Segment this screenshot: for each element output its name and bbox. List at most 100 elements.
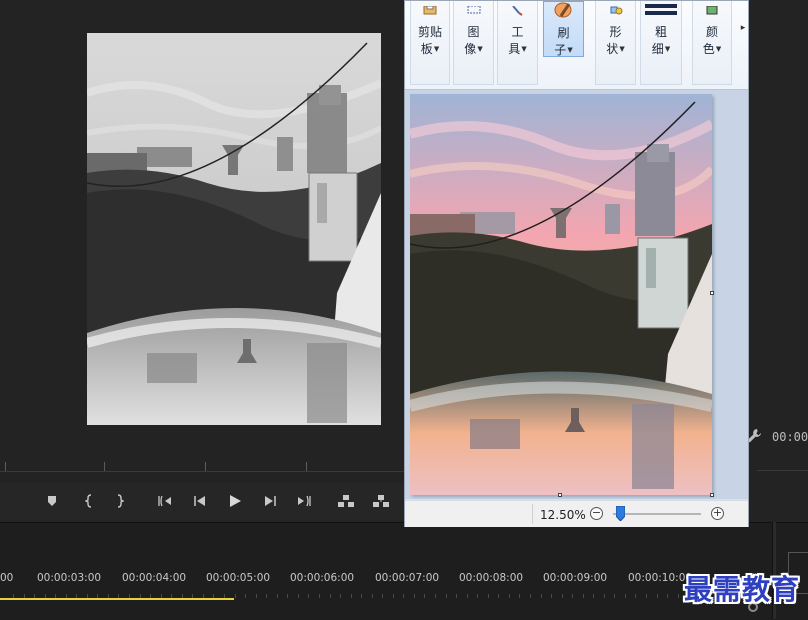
status-divider [532,504,533,524]
transport-controls [0,482,405,520]
tools-group[interactable]: 工 具▼ [497,1,538,85]
ruler-ticks [0,590,775,598]
color-icon [705,1,719,20]
colors-label-1: 颜 [705,25,718,39]
monitor-scrub-bar[interactable] [0,462,405,472]
ruler-tick [308,594,309,598]
paint-ribbon: 剪贴 板▼ 图 像▼ 工 具▼ 刷 子▼ 形 状▼ 粗 细▼ 颜 色▼ ▸ [405,1,748,90]
paint-status-bar: 12.50% − + [405,500,748,527]
ruler-tick [678,594,679,598]
monitor-timecode[interactable]: 00:00 [772,430,808,444]
ruler-tick [456,594,457,598]
ruler-tick [657,594,658,598]
colors-label-2: 色 [702,42,715,56]
ruler-tick [593,594,594,598]
ruler-tick [245,594,246,598]
go-to-in-icon[interactable] [156,492,174,510]
clipboard-group[interactable]: 剪贴 板▼ [410,1,450,85]
zoom-slider-track[interactable] [613,513,701,515]
ruler-tick [625,594,626,598]
monitor-preview-image [87,33,381,425]
ruler-tick [498,594,499,598]
size-group[interactable]: 粗 细▼ [640,1,682,85]
ruler-tick [403,594,404,598]
watermark-logo: 最需教育 [684,573,801,606]
timecode-label: 00:00:05:00 [206,572,271,584]
paint-window: 剪贴 板▼ 图 像▼ 工 具▼ 刷 子▼ 形 状▼ 粗 细▼ 颜 色▼ ▸ 12… [404,0,749,527]
ruler-tick [572,594,573,598]
ruler-tick [530,594,531,598]
marker-icon[interactable] [43,492,61,510]
colors-group[interactable]: 颜 色▼ [692,1,732,85]
ruler-tick [519,594,520,598]
ruler-tick [382,594,383,598]
ruler-tick [583,594,584,598]
ruler-tick [467,594,468,598]
ribbon-scroll-right[interactable]: ▸ [738,23,748,45]
ruler-tick [541,594,542,598]
clipboard-label-2: 板 [420,42,433,56]
clipboard-label-1: 剪贴 [417,25,442,39]
zoom-out-icon[interactable]: − [590,507,603,520]
ruler-tick [604,594,605,598]
go-to-out-icon[interactable] [295,492,313,510]
ruler-tick [287,594,288,598]
tools-icon [510,1,526,20]
ruler-tick [646,594,647,598]
play-icon[interactable] [226,492,244,510]
work-area-bar[interactable] [0,598,234,600]
timecode-label: 00:00:06:00 [290,572,355,584]
zoom-slider-thumb[interactable] [615,505,626,522]
brushes-group[interactable]: 刷 子▼ [543,1,584,57]
ruler-tick [330,594,331,598]
clipboard-icon [422,1,438,20]
ruler-tick [340,594,341,598]
lift-icon[interactable] [337,492,355,510]
monitor-scrub-bar-right [757,470,808,471]
ruler-tick [509,594,510,598]
step-back-icon[interactable] [191,492,209,510]
timecode-label: 00:00:04:00 [122,572,187,584]
ruler-tick [372,594,373,598]
timecode-label: 00 [0,572,14,584]
timecode-label: 00:00:03:00 [37,572,102,584]
paint-canvas-area [405,90,748,499]
shapes-group[interactable]: 形 状▼ [595,1,636,85]
ruler-tick [446,594,447,598]
shapes-label-2: 状 [606,42,619,56]
size-label-1: 粗 [654,25,667,39]
step-forward-icon[interactable] [261,492,279,510]
ruler-tick [424,594,425,598]
ruler-tick [635,594,636,598]
mark-out-icon[interactable] [111,492,129,510]
timecode-label: 00:00:07:00 [375,572,440,584]
zoom-level: 12.50% [540,508,586,522]
ruler-tick [435,594,436,598]
brush-icon [553,2,575,22]
size-label-2: 细 [651,42,664,56]
ruler-tick [319,594,320,598]
ruler-tick [256,594,257,598]
ruler-tick [614,594,615,598]
timeline-ruler[interactable]: 00 00:00:03:00 00:00:04:00 00:00:05:00 0… [0,568,775,608]
select-icon [466,1,482,20]
ruler-tick [361,594,362,598]
ruler-tick [393,594,394,598]
extract-icon[interactable] [372,492,390,510]
ruler-tick [298,594,299,598]
resize-handle-right[interactable] [710,291,714,295]
ruler-tick [277,594,278,598]
resize-handle-corner[interactable] [710,493,714,497]
timecode-label: 00:00:08:00 [459,572,524,584]
mark-in-icon[interactable] [80,492,98,510]
ruler-tick [414,594,415,598]
resize-handle-bottom[interactable] [558,493,562,497]
shapes-icon [608,1,624,20]
canvas-image[interactable] [410,94,712,495]
image-label-1: 图 [467,25,480,39]
image-group[interactable]: 图 像▼ [453,1,494,85]
ruler-tick [266,594,267,598]
zoom-in-icon[interactable]: + [711,507,724,520]
brushes-label-1: 刷 [557,26,570,40]
timecode-label: 00:00:09:00 [543,572,608,584]
